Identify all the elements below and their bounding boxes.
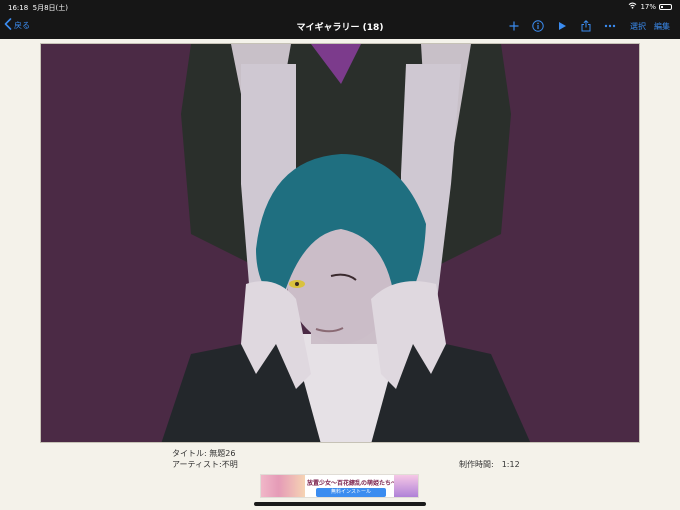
status-bar: 16:18 5月8日(土) 17% (0, 0, 680, 13)
edit-button[interactable]: 編集 (654, 21, 670, 32)
play-icon[interactable] (550, 17, 574, 35)
ad-image-right (394, 475, 418, 497)
ad-title: 放置少女～百花繚乱の萌姫たち～ (307, 480, 398, 487)
artwork-duration: 制作時間: 1:12 (459, 460, 520, 469)
artwork-title: タイトル: 無題26 (172, 449, 236, 458)
ad-install-button[interactable]: 無料インストール (316, 488, 386, 497)
share-icon[interactable] (574, 17, 598, 35)
select-button[interactable]: 選択 (630, 21, 646, 32)
info-icon[interactable] (526, 17, 550, 35)
status-date: 5月8日(土) (32, 4, 69, 12)
back-label: 戻る (14, 20, 30, 30)
status-time: 16:18 5月8日(土) (8, 3, 68, 13)
more-icon[interactable] (598, 17, 622, 35)
artwork-image[interactable] (40, 43, 640, 443)
chevron-left-icon (4, 18, 12, 32)
battery-icon (659, 3, 672, 10)
home-indicator[interactable] (254, 502, 426, 506)
battery-percent: 17% (640, 2, 656, 11)
back-button[interactable]: 戻る (4, 18, 30, 32)
nav-actions: 選択 編集 (502, 17, 670, 35)
ad-image-left (261, 475, 305, 497)
plus-icon[interactable] (502, 17, 526, 35)
wifi-icon (628, 2, 637, 11)
status-indicators: 17% (628, 2, 672, 11)
status-clock: 16:18 (8, 4, 29, 12)
artwork-artist: アーティスト:不明 (172, 460, 238, 469)
ad-banner[interactable]: 放置少女～百花繚乱の萌姫たち～ 無料インストール (260, 474, 419, 498)
nav-bar: 戻る マイギャラリー (18) 選択 編集 (0, 13, 680, 39)
